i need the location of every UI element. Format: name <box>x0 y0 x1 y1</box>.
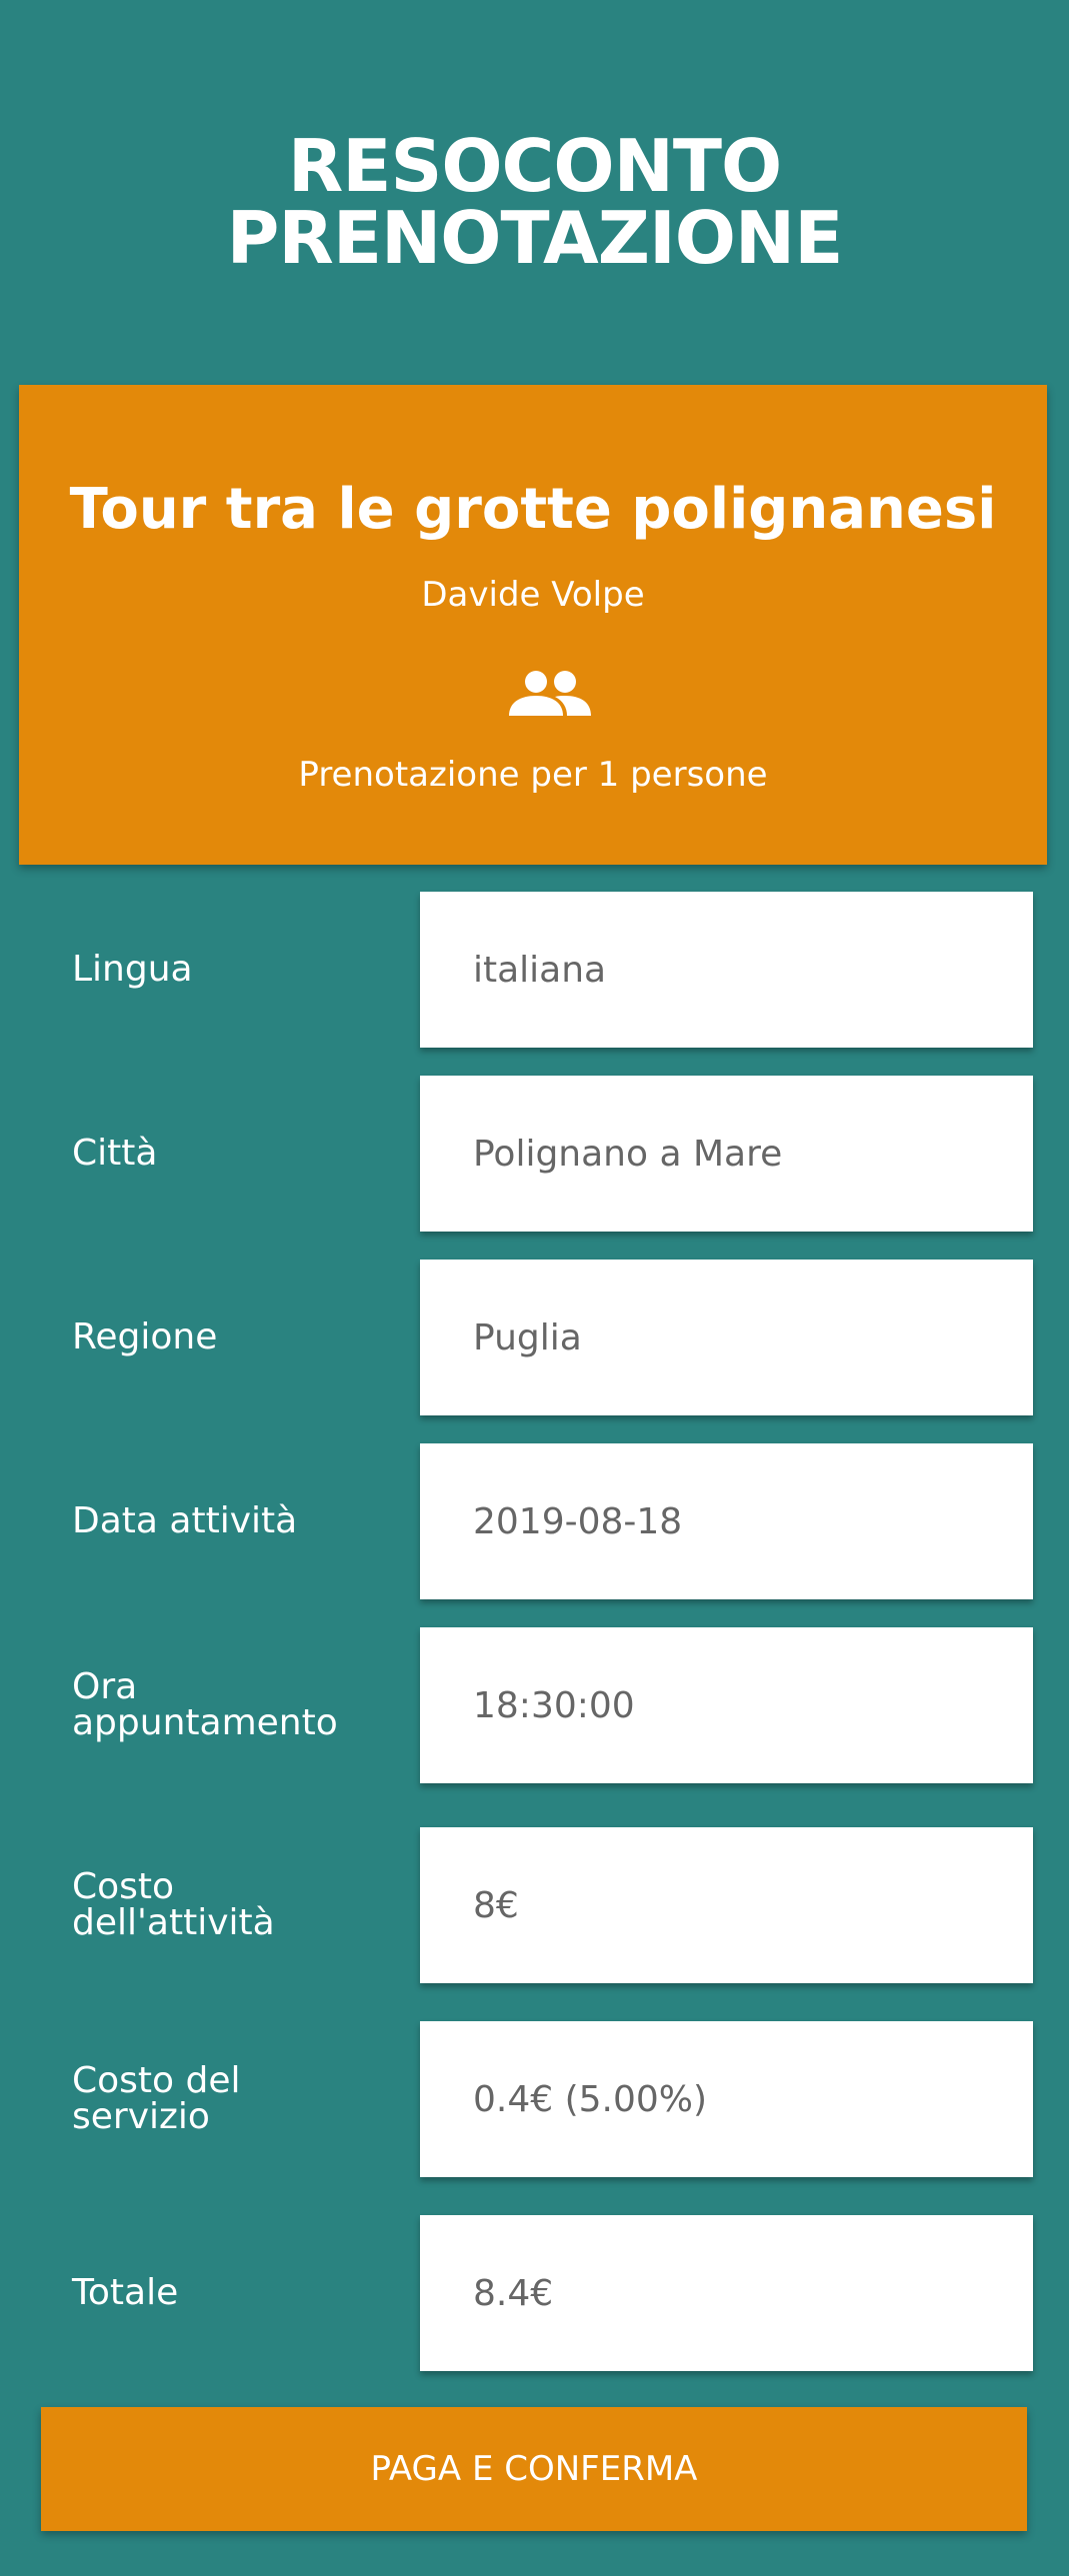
costo-attivita-value: 8€ <box>420 1827 1033 1983</box>
tour-title: Tour tra le grotte polignanesi <box>69 477 997 542</box>
row-citta: Città Polignano a Mare <box>0 1076 1069 1232</box>
page-title: RESOCONTO PRENOTAZIONE <box>0 130 1069 274</box>
guide-name: Davide Volpe <box>421 575 645 615</box>
data-attivita-value: 2019-08-18 <box>420 1443 1033 1599</box>
booking-count: Prenotazione per 1 persone <box>298 755 768 795</box>
group-icon <box>509 671 591 716</box>
row-lingua: Lingua italiana <box>0 892 1069 1048</box>
row-costo-servizio: Costo del servizio 0.4€ (5.00%) <box>0 2021 1069 2177</box>
data-attivita-label: Data attività <box>72 1500 298 1541</box>
costo-attivita-label: Costo dell'attività <box>72 1866 275 1943</box>
costo-servizio-label: Costo del servizio <box>72 2060 241 2137</box>
citta-label: Città <box>72 1133 158 1174</box>
pay-and-confirm-button[interactable]: PAGA E CONFERMA <box>41 2407 1027 2531</box>
tour-summary-card: Tour tra le grotte polignanesi Davide Vo… <box>19 385 1047 865</box>
totale-label: Totale <box>72 2272 179 2313</box>
page-title-line-1: RESOCONTO <box>287 124 782 208</box>
regione-value: Puglia <box>420 1260 1033 1415</box>
citta-value: Polignano a Mare <box>420 1076 1033 1232</box>
row-regione: Regione Puglia <box>0 1260 1069 1415</box>
row-ora-appuntamento: Ora appuntamento 18:30:00 <box>0 1627 1069 1783</box>
ora-appuntamento-value: 18:30:00 <box>420 1627 1033 1783</box>
totale-value: 8.4€ <box>420 2215 1033 2371</box>
page-title-line-2: PRENOTAZIONE <box>226 196 844 280</box>
row-costo-attivita: Costo dell'attività 8€ <box>0 1827 1069 1983</box>
ora-appuntamento-label: Ora appuntamento <box>72 1666 338 1743</box>
row-totale: Totale 8.4€ <box>0 2215 1069 2371</box>
row-data-attivita: Data attività 2019-08-18 <box>0 1443 1069 1599</box>
lingua-label: Lingua <box>72 949 193 990</box>
costo-servizio-value: 0.4€ (5.00%) <box>420 2021 1033 2177</box>
lingua-value: italiana <box>420 892 1033 1048</box>
regione-label: Regione <box>72 1316 218 1357</box>
